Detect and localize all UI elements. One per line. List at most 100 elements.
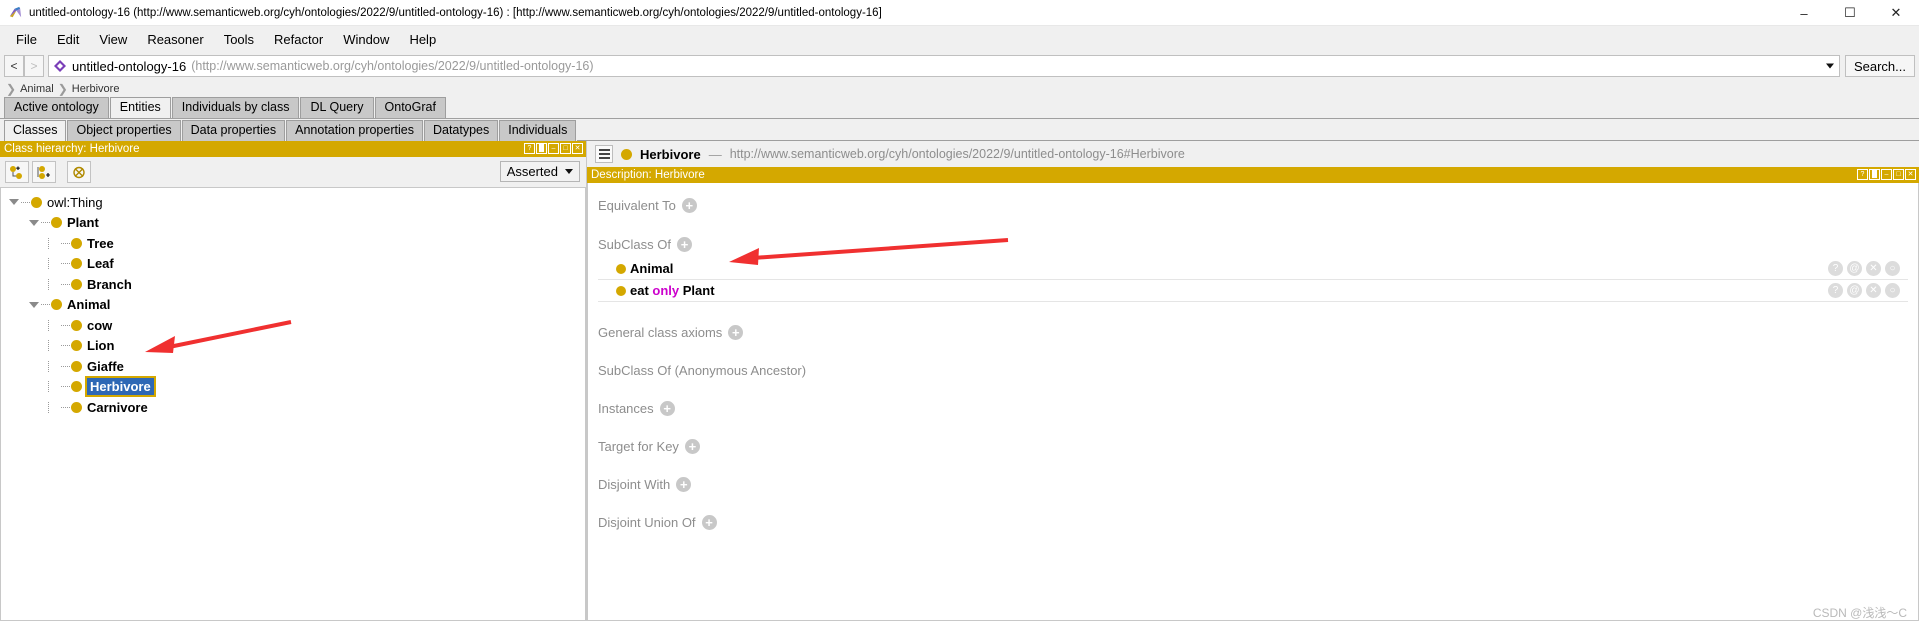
watermark: CSDN @浅浅～C (1812, 606, 1907, 620)
add-subclass-of-button[interactable]: + (676, 236, 692, 252)
subtab-annotation-properties[interactable]: Annotation properties (286, 120, 423, 141)
class-dot-icon (71, 237, 82, 249)
delete-icon[interactable]: ✕ (1866, 261, 1881, 276)
close-icon[interactable]: ✕ (572, 143, 583, 154)
tab-entities[interactable]: Entities (109, 97, 171, 118)
explain-icon[interactable]: ? (1828, 283, 1843, 298)
breadcrumb-item-herbivore[interactable]: ❯ Herbivore (54, 82, 120, 96)
section-general-class-axioms: General class axioms + (588, 302, 1918, 342)
chevron-down-icon[interactable] (1825, 63, 1834, 69)
minimize-icon[interactable]: – (548, 143, 559, 154)
tree-item-plant[interactable]: Plant (1, 213, 585, 234)
class-dot-icon (71, 319, 82, 331)
tree-item-lion[interactable]: Lion (1, 336, 585, 357)
help-icon[interactable]: ? (524, 143, 535, 154)
forward-button[interactable]: > (24, 55, 44, 77)
add-instance-button[interactable]: + (659, 400, 675, 416)
maximize-icon[interactable]: □ (1893, 169, 1904, 180)
ontology-name: untitled-ontology-16 (72, 58, 187, 74)
tree-guide (61, 406, 70, 408)
tree-guide (61, 263, 70, 265)
subtab-object-properties[interactable]: Object properties (67, 120, 181, 141)
entity-name: Herbivore (640, 146, 701, 162)
tree-item-tree[interactable]: Tree (1, 233, 585, 254)
subtab-individuals[interactable]: Individuals (499, 120, 577, 141)
axiom-row-eat-only-plant[interactable]: eat only Plant ? @ ✕ ○ (598, 280, 1908, 302)
subtab-datatypes[interactable]: Datatypes (423, 120, 499, 141)
tab-active-ontology[interactable]: Active ontology (4, 97, 109, 118)
section-label: Instances (598, 400, 654, 416)
tree-item-carnivore[interactable]: Carnivore (1, 397, 585, 418)
axiom-row-animal[interactable]: Animal ? @ ✕ ○ (598, 258, 1908, 280)
section-label: SubClass Of (598, 236, 671, 252)
explain-icon[interactable]: ? (1828, 261, 1843, 276)
add-target-for-key-button[interactable]: + (684, 438, 700, 454)
close-icon[interactable]: ✕ (1905, 169, 1916, 180)
tree-item-branch[interactable]: Branch (1, 274, 585, 295)
add-disjoint-with-button[interactable]: + (676, 476, 692, 492)
menu-file[interactable]: File (6, 29, 47, 50)
add-equivalent-to-button[interactable]: + (681, 197, 697, 213)
add-sibling-class-icon[interactable] (32, 161, 56, 183)
section-title: Disjoint Union Of + (598, 512, 1918, 532)
tree-item-animal[interactable]: Animal (1, 295, 585, 316)
split-icon[interactable]: ▐▌ (1869, 169, 1880, 180)
tab-dl-query[interactable]: DL Query (300, 97, 374, 118)
delete-class-icon[interactable] (67, 161, 91, 183)
add-subclass-icon[interactable] (5, 161, 29, 183)
class-dot-icon (71, 401, 82, 413)
menu-help[interactable]: Help (399, 29, 446, 50)
section-instances: Instances + (588, 380, 1918, 418)
axiom-keyword: only (652, 283, 680, 298)
minimize-icon[interactable]: – (1881, 169, 1892, 180)
tab-ontograf[interactable]: OntoGraf (374, 97, 446, 118)
maximize-button[interactable]: ☐ (1827, 0, 1873, 26)
class-tree[interactable]: owl:Thing Plant Tree Leaf Branch Animal … (0, 187, 586, 621)
edit-icon[interactable]: ○ (1885, 283, 1900, 298)
minimize-button[interactable]: – (1781, 0, 1827, 26)
add-general-class-axiom-button[interactable]: + (728, 324, 744, 340)
add-disjoint-union-of-button[interactable]: + (701, 514, 717, 530)
class-dot-icon (621, 148, 632, 160)
back-button[interactable]: < (4, 55, 24, 77)
maximize-icon[interactable]: □ (560, 143, 571, 154)
annotate-icon[interactable]: @ (1847, 261, 1862, 276)
menu-tools[interactable]: Tools (214, 29, 264, 50)
help-icon[interactable]: ? (1857, 169, 1868, 180)
close-button[interactable]: ✕ (1873, 0, 1919, 26)
subtab-classes[interactable]: Classes (4, 120, 67, 141)
expand-arrow-icon[interactable] (8, 197, 19, 208)
menu-refactor[interactable]: Refactor (264, 29, 333, 50)
tree-item-leaf[interactable]: Leaf (1, 254, 585, 275)
protege-window: untitled-ontology-16 (http://www.semanti… (0, 0, 1919, 627)
section-equivalent-to: Equivalent To + (588, 183, 1918, 215)
class-dot-icon (616, 285, 626, 296)
edit-icon[interactable]: ○ (1885, 261, 1900, 276)
split-icon[interactable]: ▐▌ (536, 143, 547, 154)
ontology-selector[interactable]: untitled-ontology-16 (http://www.semanti… (48, 55, 1840, 77)
search-button[interactable]: Search... (1844, 55, 1915, 77)
tree-item-giaffe[interactable]: Giaffe (1, 356, 585, 377)
tree-item-owl-thing[interactable]: owl:Thing (1, 192, 585, 213)
breadcrumb-label: Herbivore (71, 82, 120, 95)
tab-individuals-by-class[interactable]: Individuals by class (171, 97, 300, 118)
menu-window[interactable]: Window (333, 29, 399, 50)
menu-edit[interactable]: Edit (47, 29, 89, 50)
subtab-data-properties[interactable]: Data properties (181, 120, 286, 141)
tree-item-cow[interactable]: cow (1, 315, 585, 336)
description-title: Description: Herbivore (591, 169, 705, 181)
hamburger-icon[interactable] (595, 145, 613, 163)
window-controls: – ☐ ✕ (1781, 0, 1919, 26)
breadcrumb-item-animal[interactable]: ❯ Animal (6, 82, 54, 96)
tree-item-label: Tree (87, 235, 114, 251)
tree-item-label: Animal (67, 297, 111, 313)
delete-icon[interactable]: ✕ (1866, 283, 1881, 298)
menu-view[interactable]: View (89, 29, 137, 50)
view-mode-select[interactable]: Asserted (499, 161, 580, 182)
tree-item-herbivore[interactable]: Herbivore (1, 376, 585, 398)
menu-reasoner[interactable]: Reasoner (137, 29, 213, 50)
expand-arrow-icon[interactable] (28, 217, 39, 228)
tree-item-label: Leaf (87, 256, 114, 272)
expand-arrow-icon[interactable] (28, 299, 39, 310)
annotate-icon[interactable]: @ (1847, 283, 1862, 298)
